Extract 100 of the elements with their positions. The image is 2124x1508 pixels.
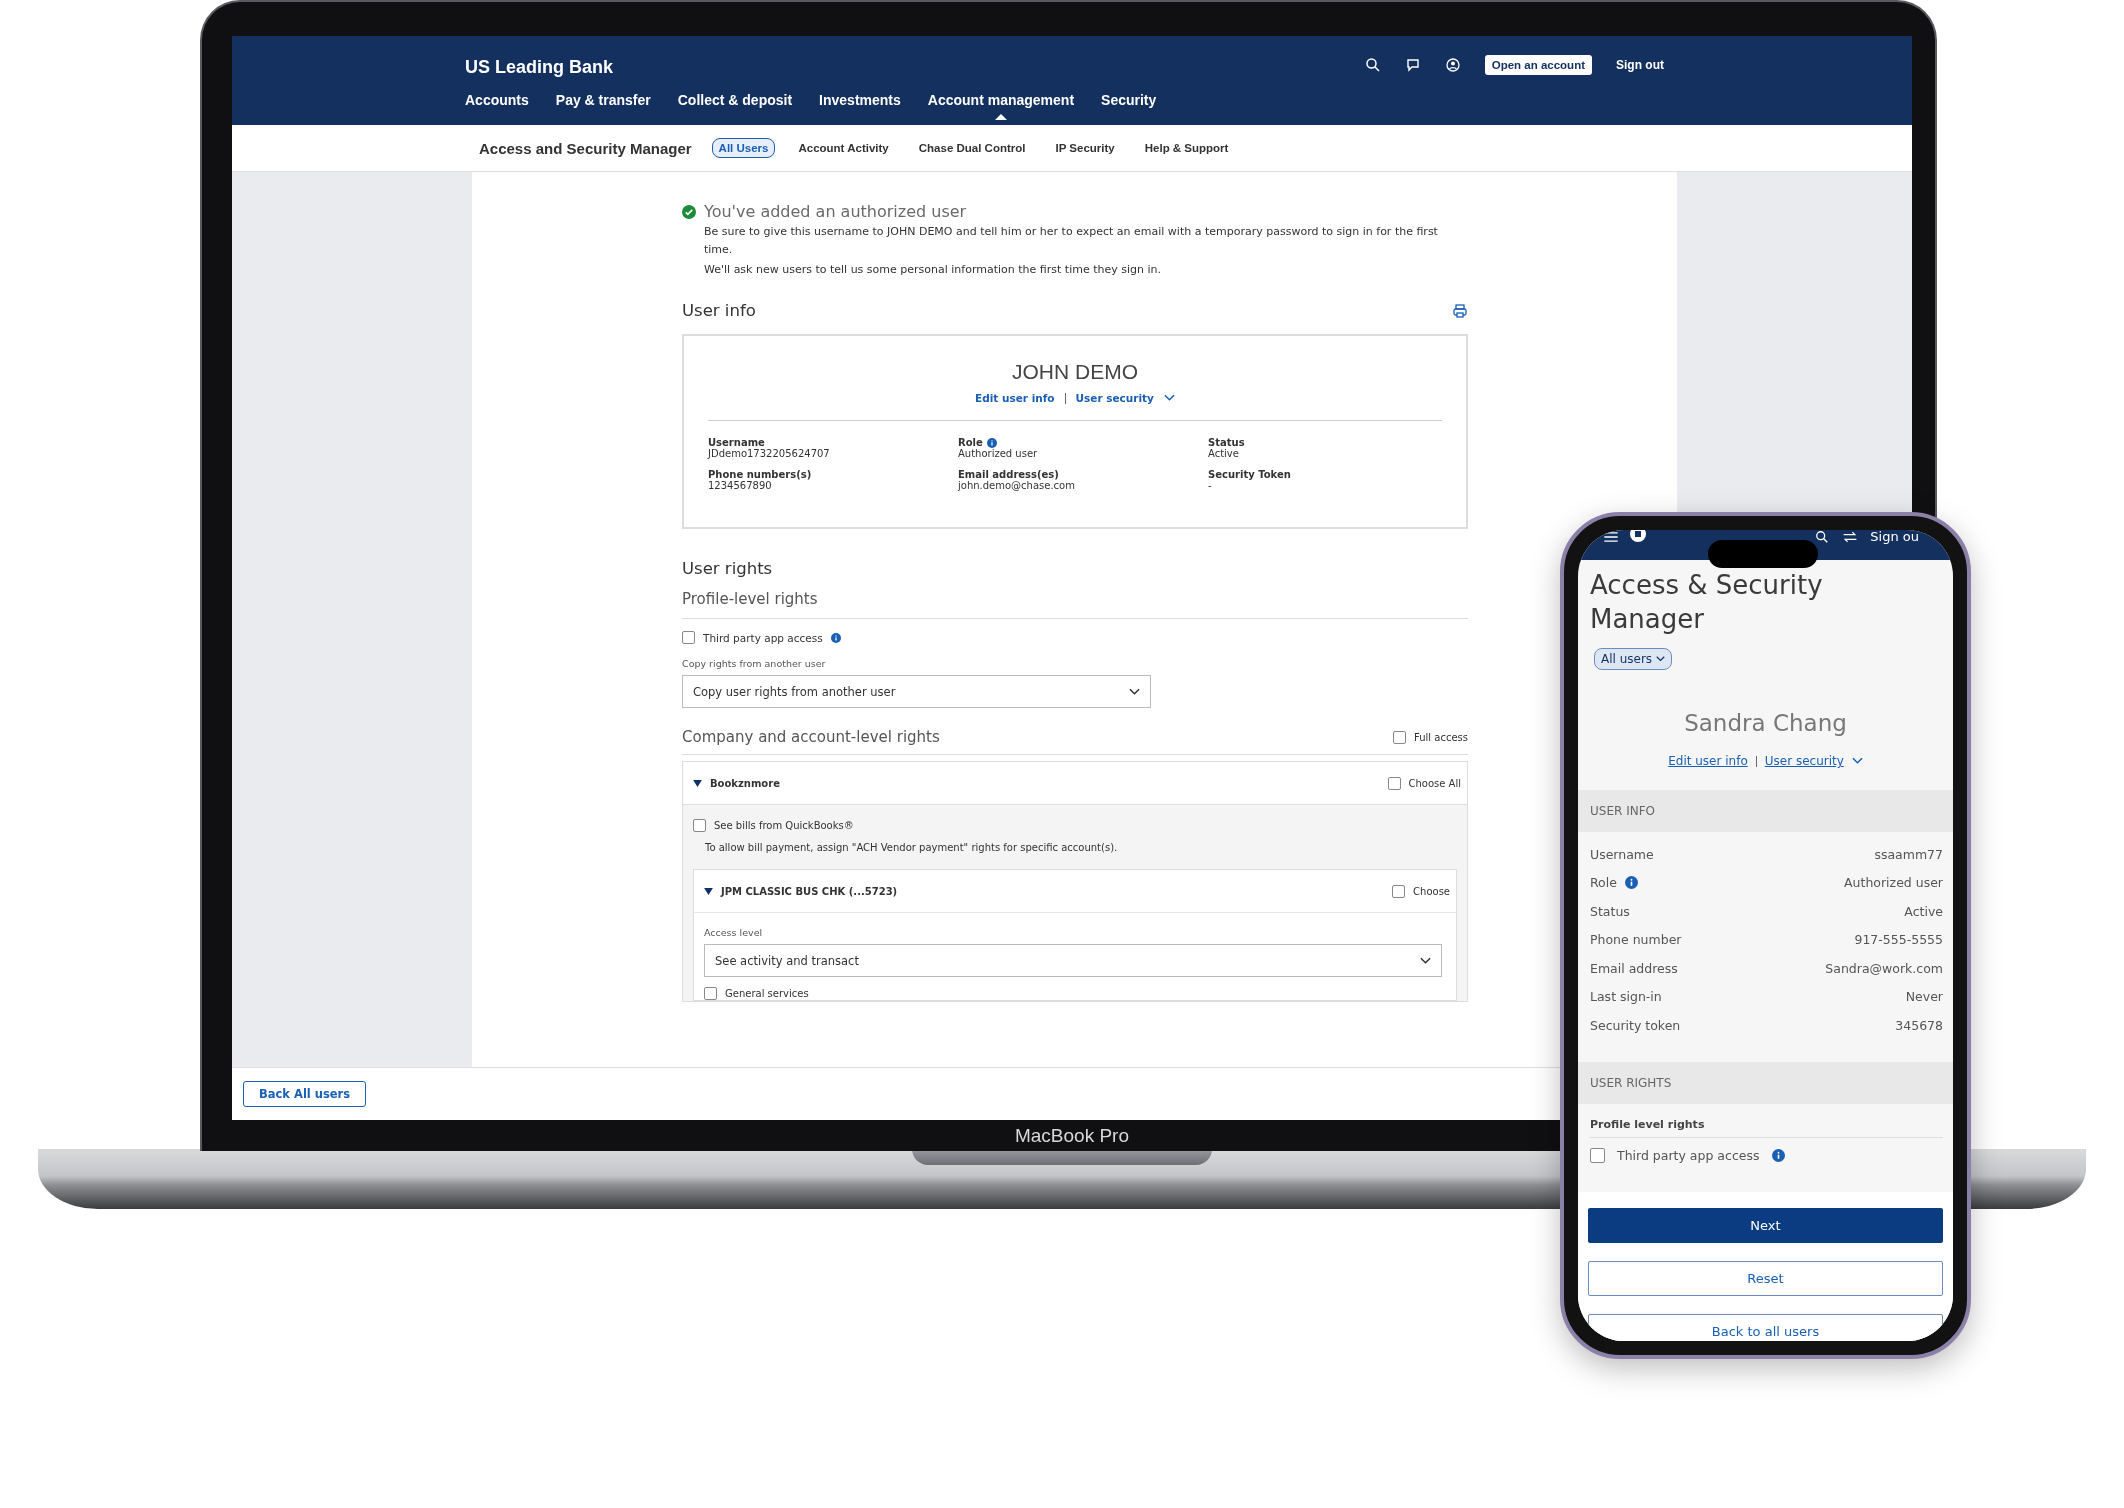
field-value: Never [1905,989,1943,1005]
field-value: 345678 [1895,1017,1943,1033]
nav-item[interactable]: Accounts [465,92,529,120]
outline-button[interactable]: Reset [1588,1261,1943,1296]
checkbox-label: Choose [1413,885,1450,897]
logo-icon[interactable] [1630,530,1646,542]
back-button[interactable]: Back All users [243,1081,367,1107]
field-label: Status [1590,903,1630,919]
company-name[interactable]: Bookznmore [710,777,780,789]
subsection-heading: Profile-level rights [682,590,1468,619]
success-check-icon [682,204,696,219]
profile-icon[interactable] [1444,57,1461,73]
checkbox[interactable] [682,631,695,644]
edit-user-info-link[interactable]: Edit user info [975,392,1055,404]
checkbox[interactable] [693,819,706,832]
account-name[interactable]: JPM CLASSIC BUS CHK (...5723) [721,885,898,897]
open-account-button[interactable]: Open an account [1484,55,1592,75]
page-title: Access & Security Manager [1589,569,1824,636]
collapse-triangle-icon[interactable] [704,887,713,895]
field-value: ssaamm77 [1874,846,1943,862]
access-level-dropdown[interactable]: See activity and transact [704,944,1442,977]
tab[interactable]: Chase Dual Control [911,138,1033,158]
info-icon[interactable] [830,632,841,643]
print-icon[interactable] [1452,302,1468,319]
nav-item[interactable]: Security [1101,92,1157,120]
section-heading: User rights [682,559,774,578]
chat-icon[interactable] [1404,57,1421,73]
section-header: USER INFO [1578,790,1953,832]
chevron-down-icon [1163,394,1175,402]
field-label: Last sign-in [1590,989,1662,1005]
user-security-link[interactable]: User security [1764,754,1844,768]
checkbox[interactable] [1590,1147,1605,1163]
checkbox[interactable] [704,987,717,1000]
search-icon[interactable] [1364,57,1381,73]
section-title: Access and Security Manager [479,139,692,157]
laptop-model-label: MacBook Pro [1014,1124,1129,1147]
nav-item[interactable]: Pay & transfer [555,92,651,120]
section-heading: User info [682,301,756,320]
field-label: Copy rights from another user [682,658,827,669]
bank-name[interactable]: US Leading Bank [465,57,614,78]
subsection-heading: Company and account-level rights [682,728,940,746]
success-description: We'll ask new users to tell us some personal information the first time they sign in. [703,262,1162,278]
collapse-triangle-icon[interactable] [693,779,702,787]
checkbox[interactable] [1392,884,1406,898]
field-value: Authorized user [1844,875,1943,891]
field-value: Sandra@work.com [1825,960,1943,976]
field-value: - [1208,480,1213,491]
tab[interactable]: Account Activity [791,138,896,158]
subsection-heading: Profile level rights [1590,1117,1943,1138]
copy-rights-dropdown[interactable]: Copy user rights from another user [682,675,1151,708]
field-label: Phone numbers(s) [708,469,812,480]
checkbox[interactable] [1387,776,1401,790]
field-label: Email address(es) [958,469,1059,480]
field-label: Security Token [1208,469,1291,480]
field-label: Username [1590,846,1654,862]
tab[interactable]: IP Security [1048,138,1122,158]
edit-user-info-link[interactable]: Edit user info [1668,754,1748,768]
field-value: JDdemo1732205624707 [708,448,831,459]
nav-item[interactable]: Account management [927,92,1075,120]
tab[interactable]: Help & Support [1137,138,1236,158]
checkbox-label: See bills from QuickBooks® [714,820,854,831]
info-icon[interactable] [1771,1148,1785,1162]
info-icon[interactable] [1624,876,1638,890]
nav-item[interactable]: Investments [819,92,901,120]
user-name: JOHN DEMO [1011,360,1139,384]
sign-out-link[interactable]: Sign ou [1870,530,1919,544]
hint-text: To allow bill payment, assign "ACH Vendor payment" rights for specific account(s). [704,842,1119,853]
field-value: 1234567890 [708,480,773,491]
field-value: Active [1904,903,1943,919]
users-dropdown[interactable]: All users [1594,648,1673,670]
info-icon[interactable] [986,437,997,448]
field-value: Active [1208,448,1240,459]
next-button[interactable]: Next [1588,1208,1943,1243]
section-header: USER RIGHTS [1578,1061,1953,1104]
field-label: Phone number [1590,932,1682,948]
transfer-arrows-icon[interactable] [1842,530,1859,544]
field-label: Role [1590,875,1617,891]
outline-button[interactable]: Back to all users [1588,1314,1943,1341]
success-message: You've added an authorized user [704,202,967,221]
field-label: Username [708,437,765,448]
chevron-down-icon [1656,655,1666,663]
field-label: Status [1208,437,1245,448]
chevron-down-icon [1129,687,1140,696]
chevron-down-icon [1420,956,1431,965]
field-label: Access level [704,927,764,938]
sign-out-link[interactable]: Sign out [1616,58,1664,72]
checkbox-label: Third party app access [1617,1147,1760,1163]
checkbox[interactable] [1393,730,1406,744]
field-label: Email address [1590,960,1678,976]
user-security-link[interactable]: User security [1075,392,1154,404]
checkbox-label: Full access [1414,731,1468,743]
tab[interactable]: All Users [711,138,776,158]
menu-icon[interactable] [1604,532,1618,542]
field-value: 917-555-5555 [1854,932,1943,948]
nav-item[interactable]: Collect & deposit [677,92,793,120]
checkbox-label: General services [725,988,809,999]
user-name: Sandra Chang [1683,710,1848,736]
field-value: john.demo@chase.com [958,480,1076,491]
checkbox-label: Third party app access [703,631,823,644]
field-value: Authorized user [958,448,1039,459]
